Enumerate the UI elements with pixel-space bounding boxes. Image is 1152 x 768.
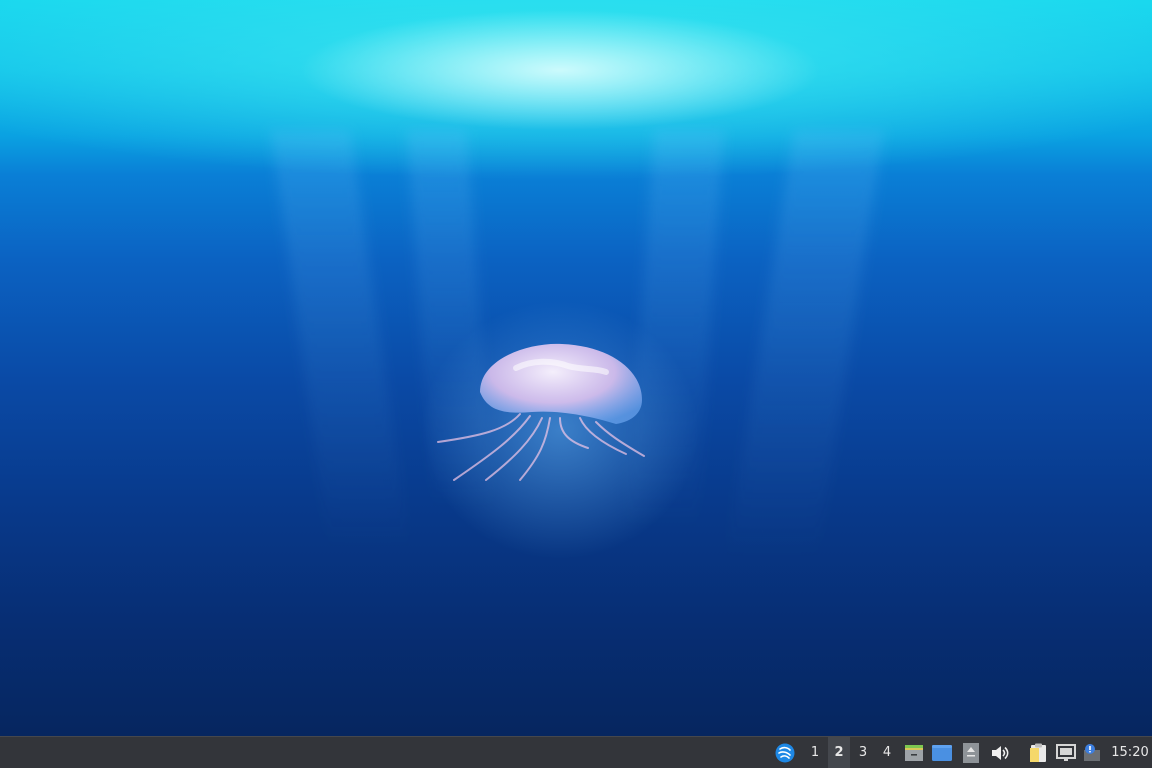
network-icon [1056,743,1076,761]
clipboard-icon [1030,743,1046,762]
light-ray [725,130,885,560]
notification-icon [1084,743,1100,761]
jellyfish-image [437,343,645,481]
network-button[interactable] [1054,737,1078,768]
app-menu-button[interactable] [772,737,798,768]
file-manager-icon [905,744,923,761]
window-button[interactable] [930,737,954,768]
clock[interactable]: 15:20 [1108,737,1152,768]
volume-icon [992,745,1009,760]
taskbar: 1 2 3 4 15:20 [0,736,1152,768]
workspace-4[interactable]: 4 [876,737,898,768]
volume-button[interactable] [988,737,1012,768]
file-manager-button[interactable] [902,737,926,768]
window-icon [932,744,952,761]
workspace-2[interactable]: 2 [828,737,850,768]
updates-button[interactable] [960,737,982,768]
clipboard-button[interactable] [1026,737,1050,768]
clock-label: 15:20 [1111,745,1149,760]
app-menu-icon [775,743,795,762]
workspace-3[interactable]: 3 [852,737,874,768]
light-ray [270,130,410,550]
workspace-1[interactable]: 1 [804,737,826,768]
updates-icon [963,742,979,763]
notification-button[interactable] [1080,737,1104,768]
desktop-wallpaper [0,0,1152,736]
